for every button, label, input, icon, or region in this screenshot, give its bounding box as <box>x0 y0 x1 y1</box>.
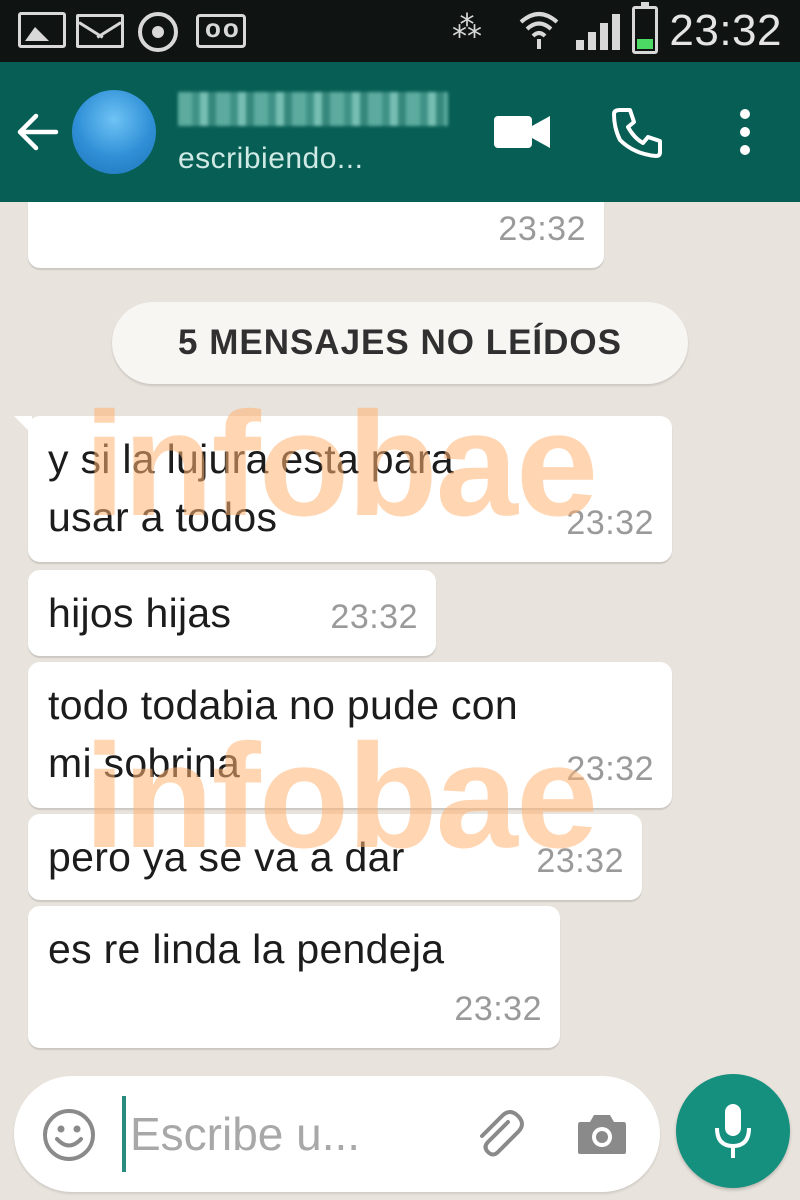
camera-icon[interactable] <box>576 1112 628 1156</box>
message-text: es re linda la pendeja <box>48 926 445 972</box>
message-bubble[interactable]: todo todabia no pude con mi sobrina 23:3… <box>28 662 672 808</box>
status-bar: ⁂ 23:32 <box>0 0 800 62</box>
avatar[interactable] <box>72 90 156 174</box>
mail-icon <box>76 14 124 48</box>
input-bar <box>0 1070 800 1200</box>
message-bubble-previous[interactable]: 23:32 <box>28 202 604 268</box>
status-time: 23:32 <box>669 6 782 55</box>
emoji-icon[interactable] <box>42 1108 96 1162</box>
contact-name-redacted[interactable] <box>178 92 448 126</box>
unread-messages-banner: 5 MENSAJES NO LEÍDOS <box>112 302 688 384</box>
contact-status: escribiendo... <box>178 142 364 175</box>
more-vert-icon[interactable] <box>730 106 760 158</box>
message-bubble[interactable]: hijos hijas 23:32 <box>28 570 436 656</box>
message-composer[interactable] <box>14 1076 660 1192</box>
message-text: todo todabia no pude con mi sobrina <box>48 682 518 786</box>
message-time: 23:32 <box>536 842 624 880</box>
nfc-icon: ⁂ <box>452 10 482 45</box>
chat-area[interactable]: 23:32 5 MENSAJES NO LEÍDOS y si la lujur… <box>0 202 800 1070</box>
message-time: 23:32 <box>330 598 418 636</box>
message-text: y si la lujura esta para usar a todos <box>48 436 455 540</box>
mic-icon <box>713 1102 753 1160</box>
message-time: 23:32 <box>566 750 654 788</box>
message-bubble[interactable]: y si la lujura esta para usar a todos 23… <box>14 416 672 562</box>
signal-icon <box>572 12 622 50</box>
attach-icon[interactable] <box>470 1106 526 1162</box>
message-input[interactable] <box>130 1100 450 1168</box>
message-bubble[interactable]: pero ya se va a dar 23:32 <box>28 814 642 900</box>
message-time: 23:32 <box>454 990 542 1028</box>
voice-record-button[interactable] <box>676 1074 790 1188</box>
voicemail-icon <box>196 13 246 48</box>
video-call-icon[interactable] <box>494 114 550 150</box>
text-cursor <box>122 1096 126 1172</box>
message-time: 23:32 <box>566 504 654 542</box>
battery-icon <box>632 2 658 54</box>
phone-icon[interactable] <box>612 106 664 158</box>
chat-header: escribiendo... <box>0 62 800 202</box>
message-bubble[interactable]: es re linda la pendeja 23:32 <box>28 906 560 1048</box>
back-arrow-icon[interactable] <box>16 110 60 154</box>
gallery-icon <box>18 12 66 48</box>
message-time: 23:32 <box>498 210 586 248</box>
wifi-icon <box>518 8 560 50</box>
media-icon <box>138 12 178 52</box>
